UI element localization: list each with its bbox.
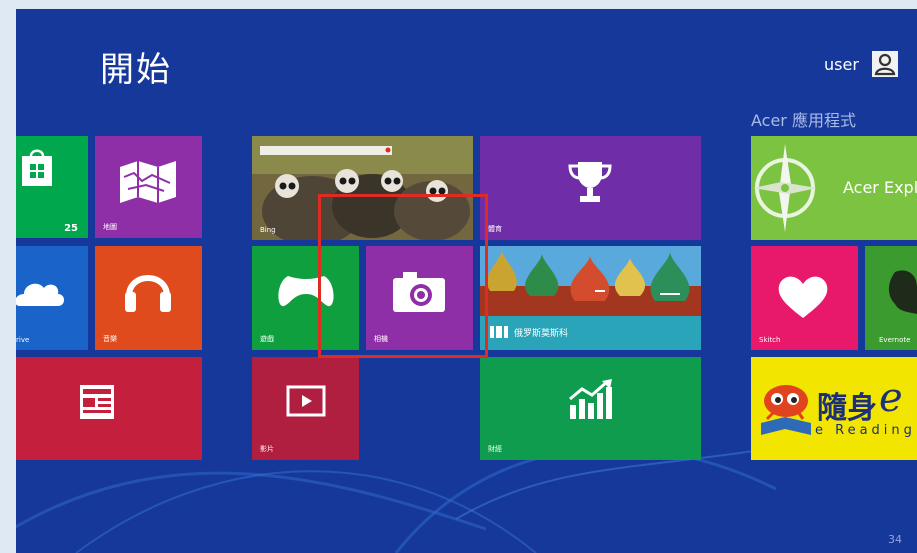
tile-bing[interactable]: Bing <box>252 136 473 240</box>
tile-label: 遊戲 <box>260 335 274 343</box>
tile-sports[interactable]: 體育 <box>480 136 701 240</box>
tile-label: rive <box>16 336 30 344</box>
tile-label: 地圖 <box>103 223 117 231</box>
compass-icon <box>753 144 817 232</box>
tile-evernote[interactable]: Evernote <box>865 246 917 350</box>
tile-label: 影片 <box>260 445 274 453</box>
tile-music[interactable]: 音樂 <box>95 246 202 350</box>
heart-icon <box>778 276 828 318</box>
game-controller-icon <box>278 276 334 307</box>
travel-caption: 俄罗斯莫斯科 <box>514 329 569 339</box>
tile-games[interactable]: 遊戲 <box>252 246 359 350</box>
travel-suitcase-icon <box>490 326 508 338</box>
acer-explorer-label: Acer Expl <box>843 178 917 197</box>
tile-store[interactable]: 25 <box>16 136 88 238</box>
user-avatar-icon[interactable] <box>872 51 898 77</box>
trophy-icon <box>568 162 612 202</box>
tile-label: 體育 <box>488 225 502 233</box>
store-update-count: 25 <box>64 223 78 234</box>
tile-label: Evernote <box>879 336 911 344</box>
ereading-subtitle: e Reading <box>815 423 916 438</box>
tile-acer-explorer[interactable]: Acer Expl <box>751 136 917 240</box>
tile-label: Skitch <box>759 336 781 344</box>
finance-chart-icon <box>569 379 612 419</box>
cloud-icon <box>16 283 64 306</box>
ereading-title-e: e <box>879 375 903 421</box>
headphones-icon <box>125 275 171 312</box>
tile-skitch[interactable]: Skitch <box>751 246 858 350</box>
tile-skydrive[interactable]: rive <box>16 246 88 350</box>
tile-maps[interactable]: 地圖 <box>95 136 202 238</box>
tile-ereading[interactable]: 隨身 e e Reading <box>751 357 917 460</box>
tile-finance[interactable]: 財經 <box>480 357 701 460</box>
moscow-cathedral-image <box>480 246 701 316</box>
tile-video[interactable]: 影片 <box>252 357 359 460</box>
tile-travel[interactable]: 俄罗斯莫斯科 <box>480 246 701 350</box>
news-icon <box>80 385 114 419</box>
user-name[interactable]: user <box>824 55 859 74</box>
tile-label: 財經 <box>488 445 502 453</box>
tile-label: 音樂 <box>103 335 117 343</box>
tile-label: 相機 <box>374 335 388 343</box>
map-icon <box>120 161 176 203</box>
acer-apps-section-title: Acer 應用程式 <box>751 111 856 130</box>
ereading-mascot-icon <box>761 385 811 435</box>
camera-icon <box>393 272 445 312</box>
video-play-icon <box>286 385 326 417</box>
tile-news[interactable] <box>16 357 202 460</box>
evernote-elephant-icon <box>888 270 917 314</box>
start-title: 開始 <box>100 50 172 90</box>
tile-camera[interactable]: 相機 <box>366 246 473 350</box>
tile-label: Bing <box>260 226 276 234</box>
ereading-title-cn: 隨身 <box>817 391 877 426</box>
page-number: 34 <box>888 533 902 546</box>
start-screen: 開始 user Acer 應用程式 25 地圖 rive 音樂 Bing 遊戲 … <box>16 9 917 553</box>
store-bag-icon <box>22 149 52 186</box>
bing-lemurs-image <box>252 136 473 240</box>
